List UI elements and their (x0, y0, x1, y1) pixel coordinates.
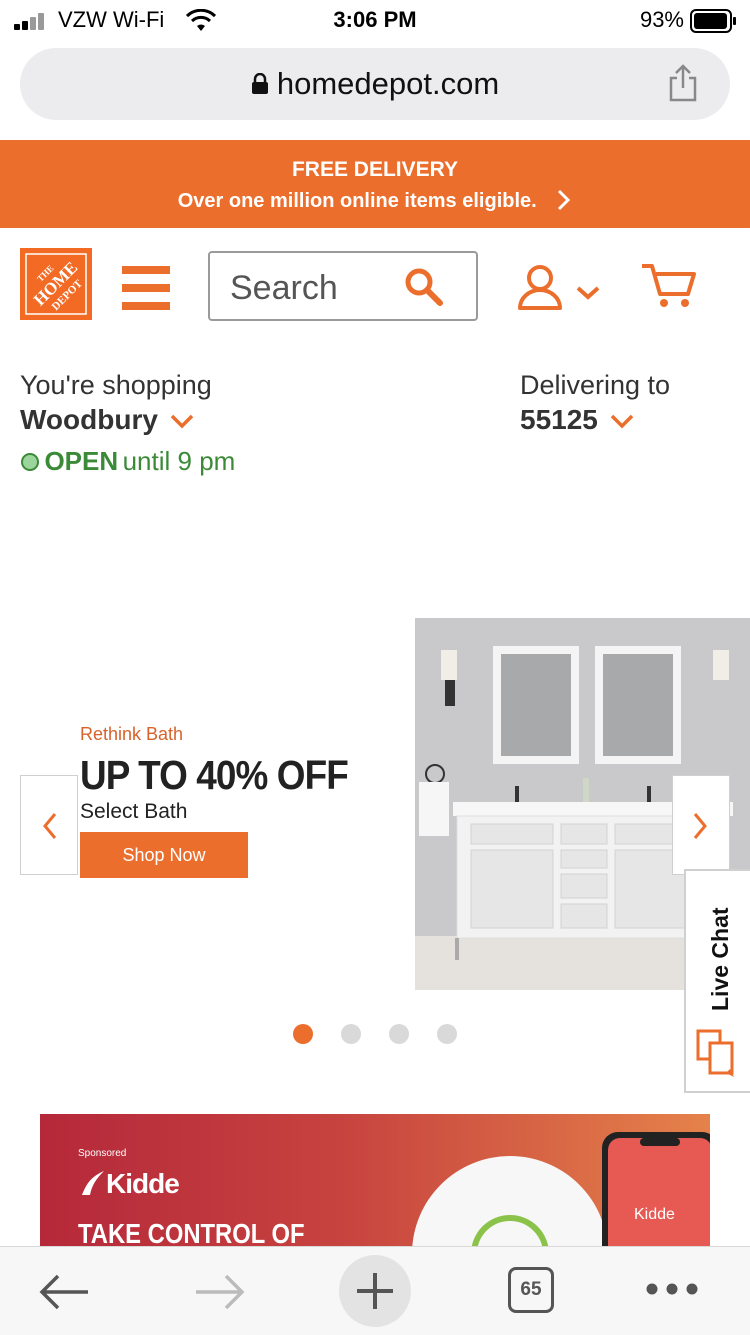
svg-text:Live Chat: Live Chat (707, 907, 733, 1011)
status-bar: VZW Wi-Fi 3:06 PM 93% (0, 0, 750, 40)
plus-icon (357, 1273, 393, 1309)
browser-toolbar: 65 (0, 1246, 750, 1335)
kidde-flame-icon (82, 1171, 104, 1195)
logo-mark-icon: THE HOME DEPOT (20, 248, 92, 320)
store-selector[interactable]: Woodbury (20, 404, 194, 436)
free-delivery-banner[interactable]: FREE DELIVERY Over one million online it… (0, 140, 750, 228)
tabs-button[interactable]: 65 (508, 1267, 554, 1313)
battery-icon (690, 9, 736, 33)
open-status-icon (21, 453, 39, 471)
chevron-left-icon (43, 813, 57, 839)
zip-code: 55125 (520, 404, 598, 435)
hero-sub: Select Bath (80, 800, 188, 823)
hamburger-menu-icon[interactable] (122, 266, 170, 310)
hero-headline: UP TO 40% OFF (80, 752, 349, 798)
phone-image (602, 1132, 710, 1254)
chevron-right-icon (558, 189, 571, 211)
chevron-right-icon (693, 813, 707, 839)
store-name: Woodbury (20, 404, 158, 435)
shopping-label: You're shopping (20, 370, 212, 400)
search-icon[interactable] (404, 267, 444, 307)
carousel-next-button[interactable] (672, 775, 730, 875)
url-label: homedepot.com (276, 66, 500, 101)
live-chat-tab[interactable]: Live Chat (684, 869, 750, 1093)
home-depot-logo[interactable]: THE HOME DEPOT (20, 248, 92, 320)
sponsored-label: Sponsored (78, 1148, 127, 1159)
carousel-dot-2[interactable] (341, 1024, 361, 1044)
more-menu-icon[interactable] (644, 1281, 700, 1297)
site-header: THE HOME DEPOT (0, 228, 750, 346)
carousel-dot-1[interactable] (293, 1024, 313, 1044)
smoke-detector-image (412, 1156, 608, 1254)
hours-text: until 9 pm (122, 446, 236, 476)
hero-carousel: Rethink Bath UP TO 40% OFF Select Bath (0, 560, 750, 1060)
forward-arrow-icon[interactable] (194, 1273, 246, 1311)
back-arrow-icon[interactable] (38, 1273, 90, 1311)
chat-bubbles-icon (696, 1029, 734, 1077)
zip-selector[interactable]: 55125 (520, 404, 634, 436)
lock-icon (251, 72, 268, 94)
shop-now-button[interactable]: Shop Now (80, 832, 248, 878)
clock: 3:06 PM (333, 7, 417, 32)
store-info: You're shopping Woodbury OPEN until 9 pm… (0, 346, 750, 536)
share-icon[interactable] (668, 64, 698, 102)
kidde-brand: Kidde (106, 1168, 180, 1199)
carousel-dot-4[interactable] (437, 1024, 457, 1044)
battery-percent: 93% (639, 7, 684, 32)
store-hours: OPEN until 9 pm (20, 446, 235, 477)
delivering-label: Delivering to (520, 370, 671, 400)
chevron-down-icon (611, 414, 634, 429)
hero-kicker: Rethink Bath (80, 724, 184, 744)
promo-subtitle: Over one million online items eligible. (0, 189, 750, 213)
account-icon[interactable] (518, 264, 606, 310)
phone-brand: Kidde (634, 1206, 675, 1223)
open-status: OPEN (44, 446, 119, 476)
kidde-logo: Kidde (78, 1168, 180, 1200)
url-bar[interactable]: homedepot.com (20, 48, 730, 120)
new-tab-button[interactable] (339, 1255, 411, 1327)
search-input[interactable] (228, 267, 402, 309)
carousel-dot-3[interactable] (389, 1024, 409, 1044)
live-chat-label: Live Chat (707, 907, 733, 1011)
promo-subtitle-text: Over one million online items eligible. (177, 190, 537, 212)
carousel-prev-button[interactable] (20, 775, 78, 875)
chevron-down-icon (171, 414, 194, 429)
promo-title: FREE DELIVERY (291, 158, 459, 181)
url-text: homedepot.com (20, 66, 730, 102)
kidde-ad-banner[interactable]: Sponsored Kidde TAKE CONTROL OF Kidde (40, 1114, 710, 1254)
search-box[interactable] (208, 251, 478, 321)
cart-icon[interactable] (640, 262, 698, 308)
